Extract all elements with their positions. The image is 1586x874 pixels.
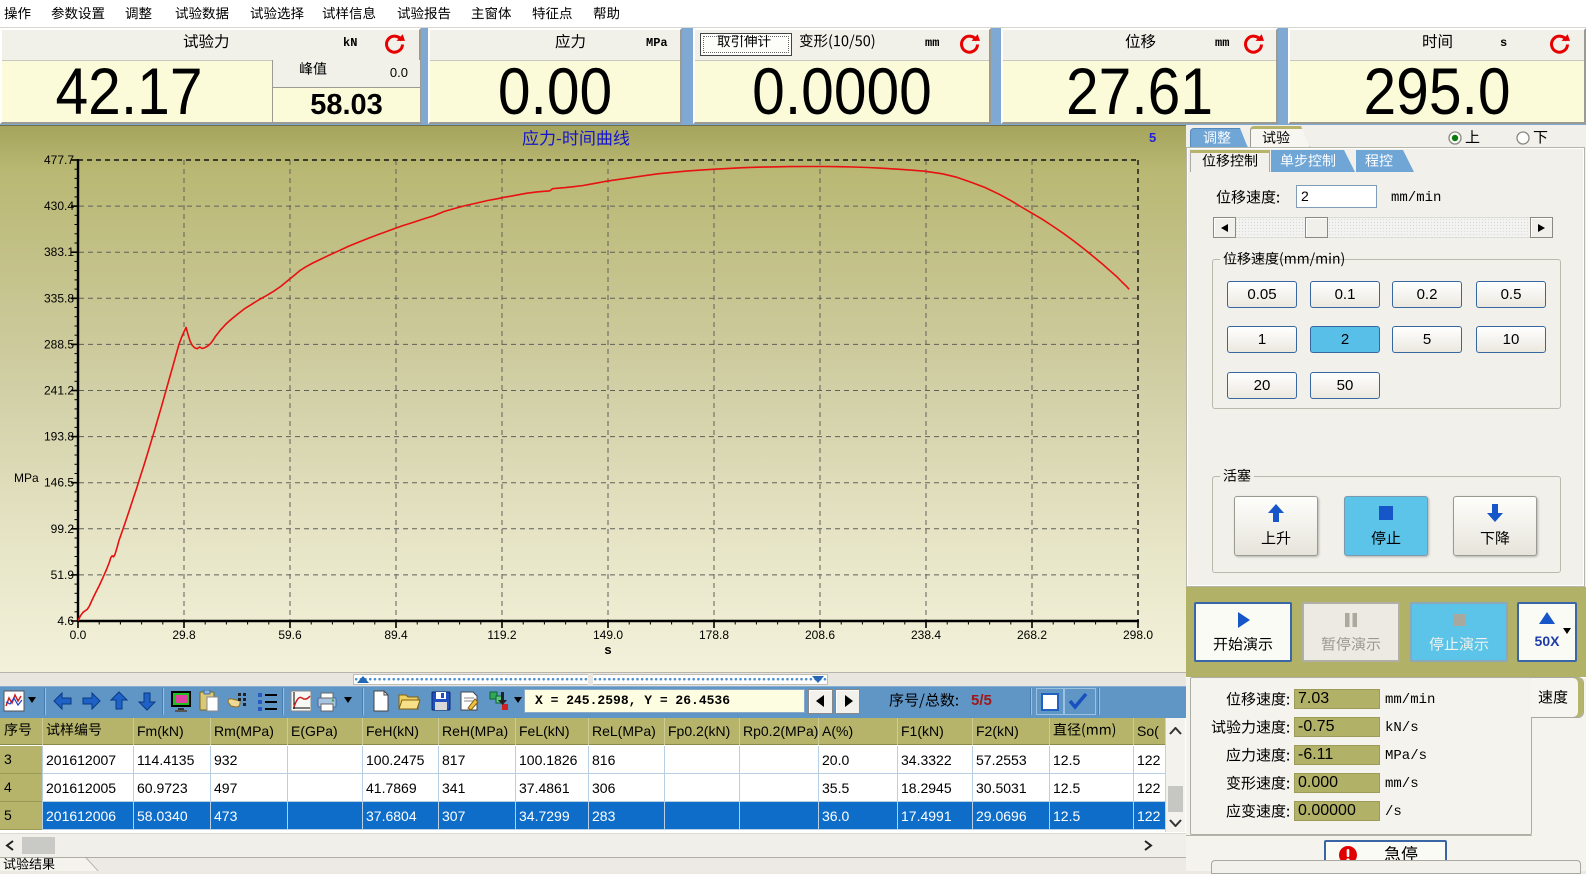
svg-text:s: s [604, 642, 611, 657]
svg-text:4.6: 4.6 [57, 614, 74, 628]
svg-text:119.2: 119.2 [487, 628, 516, 642]
svg-text:288.5: 288.5 [44, 337, 74, 351]
svg-text:430.4: 430.4 [44, 199, 74, 213]
svg-text:238.4: 238.4 [911, 628, 941, 642]
svg-text:241.2: 241.2 [44, 384, 74, 398]
svg-text:MPa: MPa [14, 471, 39, 485]
svg-text:5: 5 [1149, 130, 1156, 145]
svg-text:0.0: 0.0 [70, 628, 87, 642]
svg-text:193.8: 193.8 [44, 430, 74, 444]
svg-text:178.8: 178.8 [699, 628, 729, 642]
svg-text:268.2: 268.2 [1017, 628, 1047, 642]
svg-text:89.4: 89.4 [384, 628, 408, 642]
svg-text:298.0: 298.0 [1123, 628, 1153, 642]
svg-text:51.9: 51.9 [51, 568, 75, 582]
svg-text:208.6: 208.6 [805, 628, 835, 642]
svg-text:59.6: 59.6 [278, 628, 302, 642]
svg-text:99.2: 99.2 [51, 522, 75, 536]
svg-text:149.0: 149.0 [593, 628, 623, 642]
svg-text:146.5: 146.5 [44, 476, 74, 490]
svg-text:383.1: 383.1 [44, 245, 74, 259]
svg-text:477.7: 477.7 [44, 153, 74, 167]
svg-text:29.8: 29.8 [172, 628, 196, 642]
svg-text:335.8: 335.8 [44, 291, 74, 305]
